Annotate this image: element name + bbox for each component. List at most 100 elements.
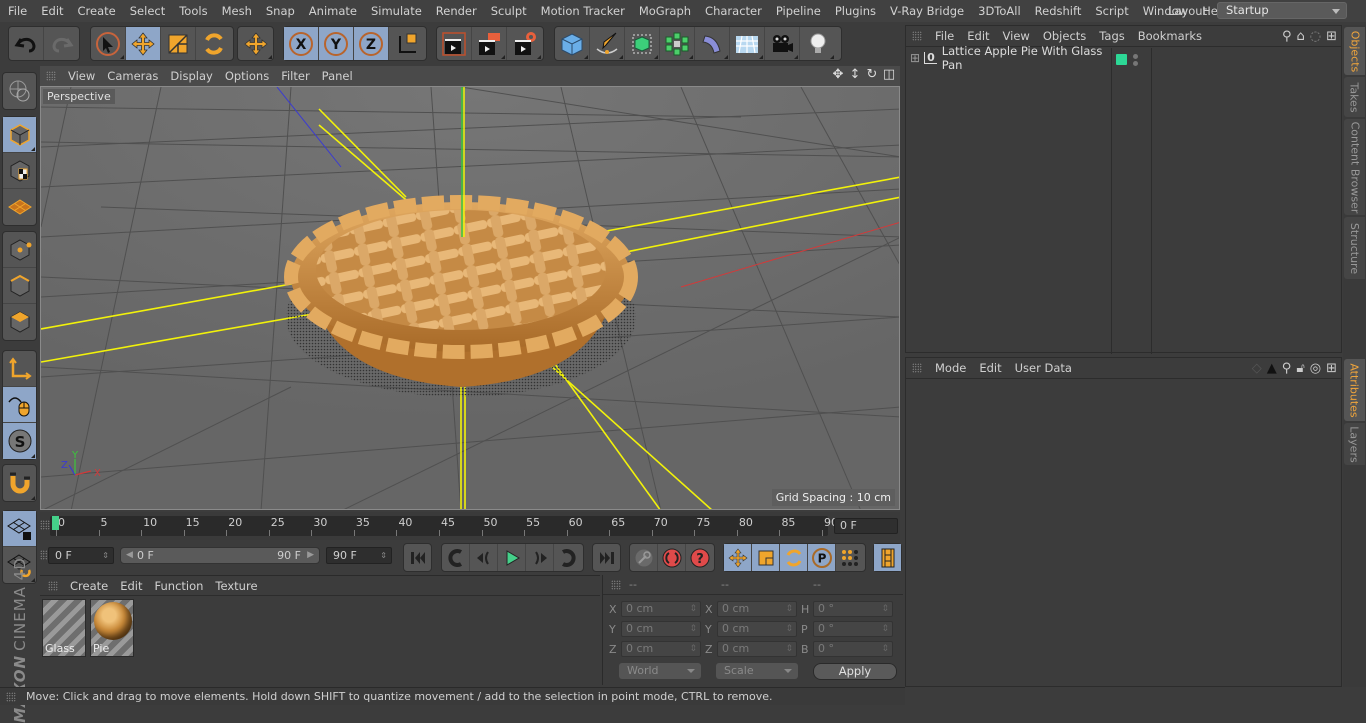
light-button[interactable]	[800, 27, 835, 60]
layout-dropdown[interactable]: Startup	[1216, 2, 1347, 19]
new-window-icon[interactable]: ⊞	[1326, 29, 1337, 44]
menu-mesh[interactable]: Mesh	[214, 4, 258, 18]
solo-button[interactable]: S	[3, 423, 36, 459]
attribute-menu-edit[interactable]: Edit	[979, 361, 1001, 375]
tab-structure[interactable]: Structure	[1344, 217, 1365, 279]
menu-plugins[interactable]: Plugins	[827, 4, 882, 18]
key-parameter-button[interactable]: P	[808, 544, 836, 571]
viewport-menu-panel[interactable]: Panel	[322, 69, 353, 83]
search-icon[interactable]: ⚲	[1282, 361, 1292, 376]
attribute-menu-mode[interactable]: Mode	[935, 361, 966, 375]
rotation-p-field[interactable]: 0 °	[813, 621, 893, 637]
material-pie[interactable]: Pie	[90, 599, 134, 657]
home-icon[interactable]: ⌂	[1296, 29, 1304, 44]
tweak-mode-button[interactable]	[3, 387, 36, 423]
eye-icon[interactable]: ◌	[1310, 29, 1321, 44]
end-frame-field[interactable]: 90 F ⇕	[326, 547, 392, 564]
range-right-arrow-icon[interactable]: ▶	[307, 548, 314, 563]
key-pla-button[interactable]	[836, 544, 864, 571]
rotate-tool-button[interactable]	[196, 27, 231, 60]
dolly-icon[interactable]: ↕	[848, 68, 862, 82]
tab-content-browser[interactable]: Content Browser	[1344, 119, 1365, 215]
undo-button[interactable]	[9, 27, 44, 60]
start-frame-field[interactable]: 0 F ⇕	[48, 547, 114, 564]
menu-create[interactable]: Create	[70, 4, 122, 18]
object-row[interactable]: ⊞ 0 Lattice Apple Pie With Glass Pan	[906, 44, 1111, 72]
current-frame-field[interactable]: 0 F	[834, 518, 898, 534]
viewport-menu-view[interactable]: View	[68, 69, 95, 83]
render-view-button[interactable]	[437, 27, 472, 60]
spinner-icon[interactable]: ⇕	[102, 548, 109, 563]
floor-button[interactable]	[730, 27, 765, 60]
tab-takes[interactable]: Takes	[1344, 77, 1365, 117]
orbit-icon[interactable]: ↻	[865, 68, 879, 82]
timeline-grip[interactable]	[40, 520, 50, 530]
goto-start-button[interactable]	[404, 544, 431, 571]
rotation-b-field[interactable]: 0 °	[813, 641, 893, 657]
move-tool-button[interactable]	[126, 27, 161, 60]
key-rotation-button[interactable]	[780, 544, 808, 571]
apply-button[interactable]: Apply	[813, 663, 897, 680]
material-menu-create[interactable]: Create	[70, 579, 108, 593]
rotation-h-field[interactable]: 0 °	[813, 601, 893, 617]
range-left-arrow-icon[interactable]: ◀	[126, 548, 133, 563]
menu-file[interactable]: File	[8, 4, 33, 18]
object-menu-objects[interactable]: Objects	[1043, 29, 1086, 43]
menu-script[interactable]: Script	[1087, 4, 1134, 18]
panel-grip[interactable]	[6, 691, 16, 702]
camera-button[interactable]	[765, 27, 800, 60]
menu-motion-tracker[interactable]: Motion Tracker	[533, 4, 631, 18]
menu-select[interactable]: Select	[122, 4, 171, 18]
tab-attributes[interactable]: Attributes	[1344, 359, 1365, 421]
layer-color-tag[interactable]	[1116, 54, 1127, 65]
size-z-field[interactable]: 0 cm	[717, 641, 797, 657]
visibility-dots[interactable]	[1133, 54, 1138, 66]
tab-objects[interactable]: Objects	[1344, 27, 1365, 75]
subdivision-surface-button[interactable]	[625, 27, 660, 60]
panel-grip[interactable]	[48, 580, 58, 591]
menu-mograph[interactable]: MoGraph	[631, 4, 697, 18]
menu-snap[interactable]: Snap	[258, 4, 301, 18]
goto-end-button[interactable]	[593, 544, 620, 571]
material-menu-edit[interactable]: Edit	[120, 579, 142, 593]
pan-icon[interactable]: ✥	[831, 68, 845, 82]
cloner-button[interactable]	[660, 27, 695, 60]
live-selection-button[interactable]	[91, 27, 126, 60]
prev-key-button[interactable]	[442, 544, 470, 571]
object-menu-view[interactable]: View	[1003, 29, 1030, 43]
y-axis-button[interactable]: Y	[319, 27, 354, 60]
frame-range-slider[interactable]: ◀ 0 F 90 F ▶	[120, 547, 320, 564]
texture-mode-button[interactable]	[3, 153, 36, 189]
workplane-mode-button[interactable]	[3, 189, 36, 225]
attribute-menu-user-data[interactable]: User Data	[1015, 361, 1072, 375]
x-axis-button[interactable]: X	[284, 27, 319, 60]
panel-grip[interactable]	[912, 363, 922, 373]
object-menu-bookmarks[interactable]: Bookmarks	[1138, 29, 1202, 43]
scale-tool-button[interactable]	[161, 27, 196, 60]
object-menu-file[interactable]: File	[935, 29, 954, 43]
bend-deformer-button[interactable]	[695, 27, 730, 60]
menu-sculpt[interactable]: Sculpt	[483, 4, 533, 18]
viewport-menu-cameras[interactable]: Cameras	[107, 69, 158, 83]
search-icon[interactable]: ⚲	[1282, 29, 1292, 44]
points-mode-button[interactable]	[3, 232, 36, 268]
up-arrow-icon[interactable]: ▲	[1267, 361, 1277, 376]
axis-mode-button[interactable]	[3, 351, 36, 387]
play-button[interactable]	[498, 544, 526, 571]
menu-vray-bridge[interactable]: V-Ray Bridge	[882, 4, 970, 18]
z-axis-button[interactable]: Z	[354, 27, 389, 60]
render-to-picture-viewer-button[interactable]	[472, 27, 507, 60]
playhead[interactable]	[52, 516, 59, 530]
key-position-button[interactable]	[724, 544, 752, 571]
object-name[interactable]: Lattice Apple Pie With Glass Pan	[942, 44, 1111, 72]
menu-tools[interactable]: Tools	[171, 4, 213, 18]
size-mode-dropdown[interactable]: Scale	[716, 663, 798, 679]
make-editable-button[interactable]	[3, 73, 36, 109]
keyframe-selection-button[interactable]: ?	[686, 544, 714, 571]
next-frame-button[interactable]	[526, 544, 554, 571]
spinner-icon[interactable]: ⇕	[380, 548, 387, 563]
polygons-mode-button[interactable]	[3, 304, 36, 340]
snap-button[interactable]	[3, 465, 36, 501]
edges-mode-button[interactable]	[3, 268, 36, 304]
object-menu-edit[interactable]: Edit	[967, 29, 989, 43]
